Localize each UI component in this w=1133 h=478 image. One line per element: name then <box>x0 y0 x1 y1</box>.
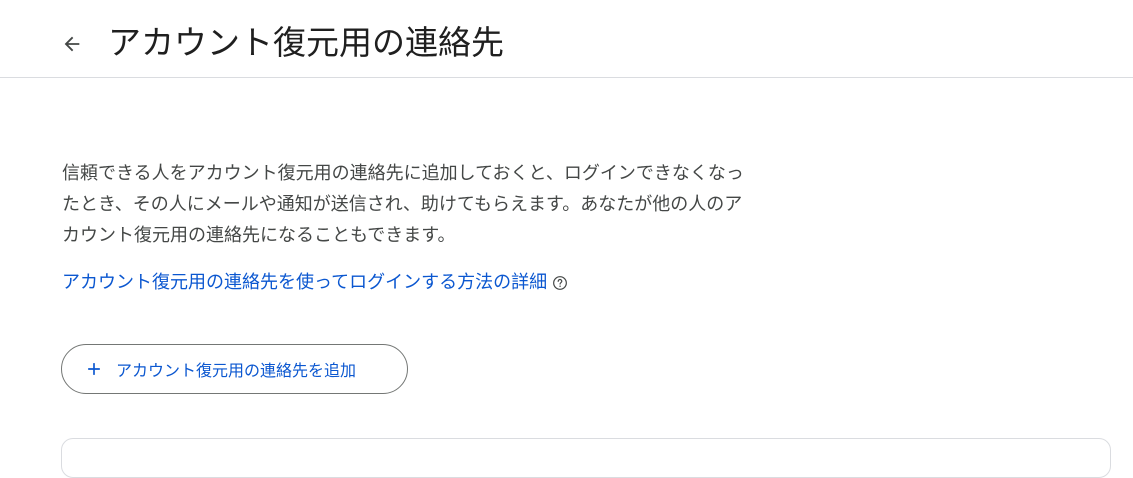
add-button-label: アカウント復元用の連絡先を追加 <box>116 361 357 380</box>
learn-more-link[interactable]: アカウント復元用の連絡先を使ってログインする方法の詳細 <box>62 268 568 298</box>
contacts-card <box>61 438 1111 478</box>
help-circle-icon <box>553 276 568 290</box>
page-header: アカウント復元用の連絡先 <box>0 0 1133 78</box>
learn-more-label: アカウント復元用の連絡先を使ってログインする方法の詳細 <box>62 272 548 293</box>
add-recovery-contact-button[interactable]: アカウント復元用の連絡先を追加 <box>61 344 408 394</box>
back-button[interactable] <box>52 24 92 64</box>
description-text: 信頼できる人をアカウント復元用の連絡先に追加しておくと、ログインできなくなったと… <box>62 163 744 246</box>
plus-icon <box>88 363 100 375</box>
arrow-back-icon <box>64 36 80 52</box>
page-title: アカウント復元用の連絡先 <box>108 23 504 62</box>
